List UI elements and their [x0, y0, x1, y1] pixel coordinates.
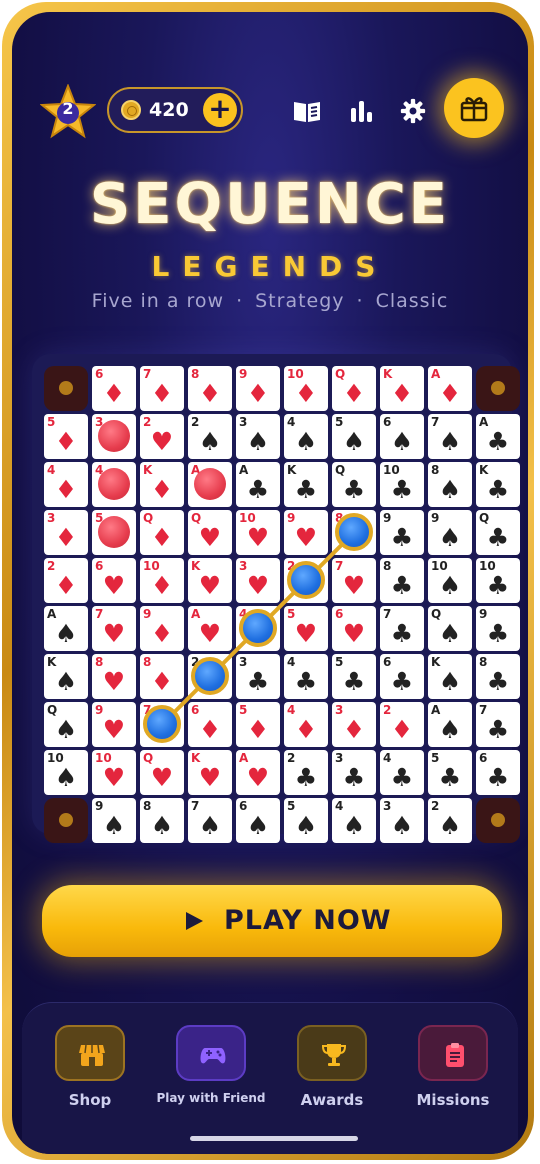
level-number: 2 — [62, 99, 74, 118]
stats-icon[interactable] — [346, 98, 376, 124]
gamepad-icon — [200, 1048, 226, 1064]
blue-chip — [191, 657, 229, 695]
add-coins-button[interactable]: + — [203, 93, 237, 127]
shop-icon-box — [55, 1025, 125, 1081]
tagline-item: Classic — [375, 290, 449, 312]
nav-label: Play with Friend — [156, 1091, 266, 1105]
blue-chip — [335, 513, 373, 551]
red-chip — [98, 468, 130, 500]
game-board[interactable]: 6♦7♦8♦9♦10♦Q♦K♦A♦5♦3♥2♥2♠3♠4♠5♠6♠7♠A♣4♦4… — [32, 354, 520, 843]
red-chip — [98, 516, 130, 548]
gift-button[interactable] — [444, 78, 504, 138]
red-chip — [98, 420, 130, 452]
nav-play-with-friend[interactable]: Play with Friend — [156, 1025, 266, 1115]
play-now-label: PLAY NOW — [224, 905, 392, 936]
red-chip — [194, 468, 226, 500]
tagline-item: Strategy — [255, 290, 345, 312]
nav-label: Missions — [416, 1091, 490, 1109]
tagline-item: Five in a row — [91, 290, 225, 312]
phone-frame: 2 420 + SEQUENCE LEGENDS Five in a row ·… — [2, 2, 534, 1160]
coin-balance[interactable]: 420 + — [107, 87, 243, 133]
bottom-nav: Shop Play with Friend Awards Missions — [22, 1002, 518, 1154]
tagline-separator: · — [356, 290, 364, 312]
gamepad-icon-box — [176, 1025, 246, 1081]
blue-chip — [239, 609, 277, 647]
tagline-separator: · — [236, 290, 244, 312]
screen: 2 420 + SEQUENCE LEGENDS Five in a row ·… — [12, 12, 528, 1154]
blue-chip — [143, 705, 181, 743]
gift-icon — [460, 97, 488, 122]
nav-missions[interactable]: Missions — [398, 1025, 508, 1115]
home-indicator — [190, 1136, 358, 1141]
rules-book-icon[interactable] — [292, 98, 322, 124]
nav-label: Awards — [300, 1091, 364, 1109]
play-now-button[interactable]: PLAY NOW — [42, 885, 502, 957]
tagline: Five in a row · Strategy · Classic — [12, 290, 528, 312]
blue-chip — [287, 561, 325, 599]
coin-count: 420 — [149, 99, 189, 121]
coin-icon — [121, 100, 141, 120]
game-title: SEQUENCE — [89, 172, 451, 237]
game-subtitle: LEGENDS — [151, 250, 389, 283]
nav-awards[interactable]: Awards — [277, 1025, 387, 1115]
clipboard-icon — [446, 1043, 464, 1067]
nav-label: Shop — [68, 1091, 112, 1109]
trophy-icon-box — [297, 1025, 367, 1081]
shop-icon — [79, 1044, 105, 1066]
trophy-icon — [321, 1044, 347, 1066]
level-badge[interactable]: 2 — [40, 84, 96, 140]
play-icon — [186, 912, 203, 930]
settings-gear-icon[interactable] — [398, 98, 428, 124]
nav-shop[interactable]: Shop — [35, 1025, 145, 1115]
clipboard-icon-box — [418, 1025, 488, 1081]
